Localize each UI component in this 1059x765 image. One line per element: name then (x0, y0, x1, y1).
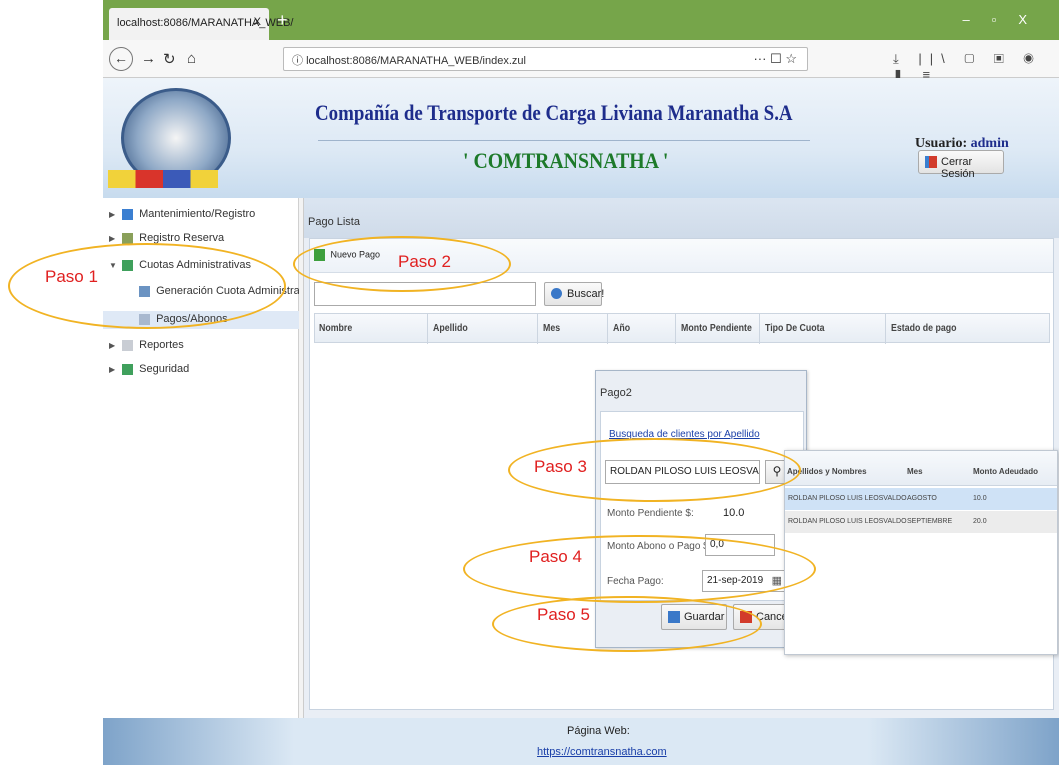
company-title: Compañía de Transporte de Carga Liviana … (315, 100, 793, 125)
tab-bar: localhost:8086/MARANATHA_WEB/ X + –▫X (103, 0, 1059, 40)
tab-title: localhost:8086/MARANATHA_WEB/ (117, 17, 294, 29)
sidebar-item-label: Reportes (139, 339, 184, 351)
client-results-popup: Apellidos y Nombres Mes Monto Adeudado R… (784, 450, 1058, 655)
pending-value: 10.0 (723, 507, 745, 519)
column-divider (607, 314, 608, 344)
sidebar-item-reportes[interactable]: ▶ Reportes (109, 339, 184, 351)
sidebar-item-label: Mantenimiento/Registro (139, 208, 256, 220)
column-divider (537, 314, 538, 344)
popup-cell: 20.0 (973, 518, 987, 525)
expand-arrow-icon[interactable]: ▶ (109, 210, 119, 219)
reload-icon[interactable]: ↻ (163, 50, 176, 68)
popup-cell: ROLDAN PILOSO LUIS LEOSVALDO (788, 518, 907, 525)
report-icon (122, 339, 134, 351)
logout-label: Cerrar Sesión (941, 156, 975, 180)
popup-row[interactable]: ROLDAN PILOSO LUIS LEOSVALDO SEPTIEMBRE … (785, 511, 1057, 533)
popup-cell: AGOSTO (907, 495, 937, 502)
column-divider (885, 314, 886, 344)
new-tab-button[interactable]: + (277, 10, 288, 31)
annotation-label-paso3: Paso 3 (534, 457, 587, 476)
back-icon[interactable]: ← (109, 47, 133, 71)
annotation-label-paso4: Paso 4 (529, 547, 582, 566)
popup-cell: SEPTIEMBRE (907, 518, 953, 525)
sidebar-item-registro[interactable]: ▶ Registro Reserva (109, 232, 224, 244)
forward-icon[interactable]: → (141, 50, 156, 67)
annotation-ellipse-paso5 (492, 596, 762, 652)
popup-column-header: Mes (907, 467, 923, 476)
popup-cell: 10.0 (973, 495, 987, 502)
column-header[interactable]: Año (613, 323, 630, 334)
page-actions-icon[interactable]: ··· ☐ ☆ (753, 51, 797, 67)
annotation-ellipse-paso4 (463, 535, 816, 603)
column-divider (427, 314, 428, 344)
annotation-label-paso2: Paso 2 (398, 252, 451, 271)
expand-arrow-icon[interactable]: ▶ (109, 234, 119, 243)
address-text: localhost:8086/MARANATHA_WEB/index.zul (306, 55, 526, 67)
column-divider (759, 314, 760, 344)
column-header[interactable]: Estado de pago (891, 323, 957, 334)
payments-grid-header: Nombre Apellido Mes Año Monto Pendiente … (314, 313, 1050, 344)
footer-label: Página Web: (567, 725, 630, 737)
address-bar[interactable]: ⓘ localhost:8086/MARANATHA_WEB/index.zul… (283, 47, 808, 71)
config-icon (122, 208, 134, 220)
user-value: admin (970, 136, 1009, 151)
close-tab-icon[interactable]: X (254, 16, 261, 28)
popup-header: Apellidos y Nombres Mes Monto Adeudado (785, 451, 1057, 486)
register-icon (122, 232, 134, 244)
info-icon[interactable]: ⓘ (292, 55, 306, 67)
window-controls[interactable]: –▫X (962, 12, 1049, 27)
popup-column-header: Monto Adeudado (973, 467, 1039, 476)
logout-button[interactable]: Cerrar Sesión (918, 150, 1004, 180)
pending-label: Monto Pendiente $: (607, 508, 694, 519)
annotation-label-paso5: Paso 5 (537, 605, 590, 624)
column-header[interactable]: Nombre (319, 323, 352, 334)
home-icon[interactable]: ⌂ (187, 50, 196, 67)
company-subtitle: ' COMTRANSNATHA ' (463, 148, 669, 173)
expand-arrow-icon[interactable]: ▶ (109, 341, 119, 350)
logo-flag-strip (108, 170, 218, 188)
security-icon (122, 363, 134, 375)
expand-arrow-icon[interactable]: ▶ (109, 365, 119, 374)
browser-tab[interactable]: localhost:8086/MARANATHA_WEB/ X (109, 8, 293, 40)
popup-cell: ROLDAN PILOSO LUIS LEOSVALDO (788, 495, 907, 502)
column-divider (675, 314, 676, 344)
search-button[interactable]: Buscar! (544, 282, 605, 306)
navigation-bar: ← → ↻ ⌂ ⓘ localhost:8086/MARANATHA_WEB/i… (103, 40, 1059, 82)
column-header[interactable]: Mes (543, 323, 560, 334)
footer-link[interactable]: https://comtransnatha.com (537, 746, 667, 758)
app-header: Compañía de Transporte de Carga Liviana … (103, 78, 1059, 198)
annotation-label-paso1: Paso 1 (45, 267, 98, 286)
user-label: Usuario: (915, 136, 968, 151)
logout-icon (925, 156, 937, 168)
column-header[interactable]: Monto Pendiente (681, 323, 752, 334)
sidebar-item-mantenimiento[interactable]: ▶ Mantenimiento/Registro (109, 208, 255, 220)
popup-row[interactable]: ROLDAN PILOSO LUIS LEOSVALDO AGOSTO 10.0 (785, 488, 1057, 510)
panel-title: Pago Lista (304, 198, 1059, 238)
sidebar-item-seguridad[interactable]: ▶ Seguridad (109, 363, 189, 375)
search-button-label: Buscar! (567, 288, 605, 300)
column-header[interactable]: Apellido (433, 323, 468, 334)
sidebar-item-label: Seguridad (139, 363, 190, 375)
title-divider (318, 140, 810, 141)
column-header[interactable]: Tipo De Cuota (765, 323, 824, 334)
search-icon (551, 288, 562, 299)
app-footer: Página Web: https://comtransnatha.com (103, 718, 1059, 765)
dialog-title: Pago2 (600, 387, 632, 399)
